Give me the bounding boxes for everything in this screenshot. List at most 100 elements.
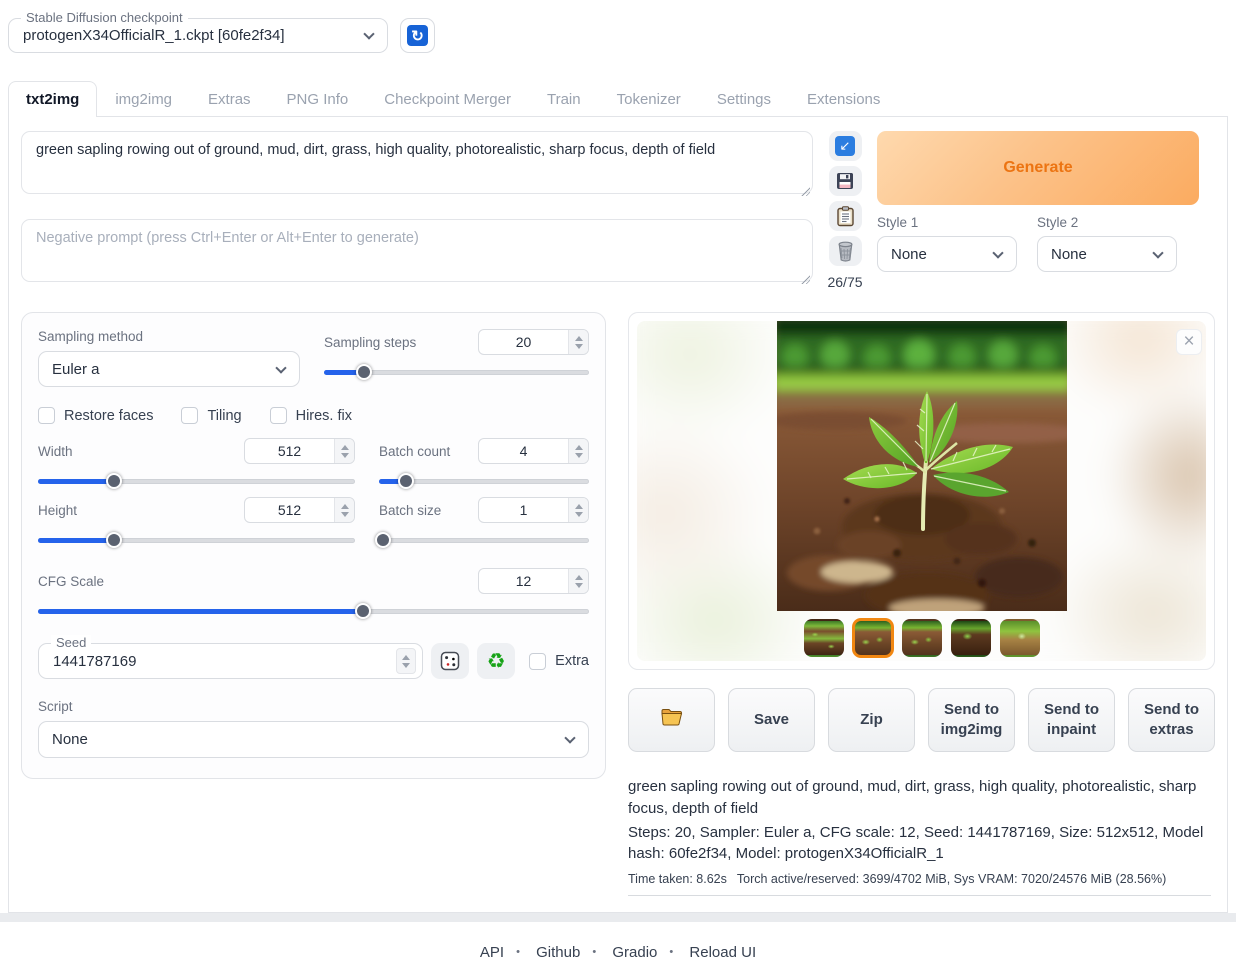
width-label: Width — [38, 444, 73, 459]
paste-params-button[interactable]: ↙ — [829, 131, 862, 161]
refresh-checkpoint-button[interactable]: ↻ — [400, 18, 435, 53]
height-input[interactable]: 512 — [244, 497, 355, 523]
open-folder-button[interactable] — [628, 688, 715, 752]
tab-train[interactable]: Train — [529, 81, 599, 117]
send-to-extras-button[interactable]: Send to extras — [1128, 688, 1215, 752]
thumbnail-1[interactable] — [804, 619, 844, 657]
sampling-steps-input[interactable]: 20 — [478, 329, 589, 355]
batch-size-input[interactable]: 1 — [478, 497, 589, 523]
stepper-arrows[interactable] — [334, 498, 354, 522]
divider — [628, 895, 1211, 896]
tiling-checkbox[interactable]: Tiling — [181, 407, 241, 424]
tab-extensions[interactable]: Extensions — [789, 81, 898, 117]
reuse-seed-button[interactable]: ♻ — [477, 643, 515, 679]
thumbnail-4[interactable] — [951, 619, 991, 657]
sampling-steps-slider[interactable] — [324, 364, 589, 380]
chevron-down-icon — [363, 28, 374, 39]
result-gallery: × — [628, 312, 1215, 670]
info-params-text: Steps: 20, Sampler: Euler a, CFG scale: … — [628, 822, 1211, 866]
cfg-scale-slider[interactable] — [38, 603, 589, 619]
stepper-arrows[interactable] — [568, 569, 588, 593]
checkpoint-bar: Stable Diffusion checkpoint protogenX34O… — [0, 0, 1236, 59]
folder-icon — [660, 707, 684, 727]
slider-thumb[interactable] — [398, 473, 414, 489]
close-gallery-button[interactable]: × — [1176, 329, 1202, 355]
height-slider[interactable] — [38, 532, 355, 548]
thumbnail-strip — [629, 619, 1214, 657]
seed-label: Seed — [51, 635, 91, 650]
style1-dropdown[interactable]: None — [877, 236, 1017, 272]
footer-link-reload-ui[interactable]: Reload UI — [689, 944, 756, 961]
thumbnail-5[interactable] — [1000, 619, 1040, 657]
checkpoint-dropdown[interactable]: Stable Diffusion checkpoint protogenX34O… — [8, 18, 388, 53]
width-input[interactable]: 512 — [244, 438, 355, 464]
negative-prompt-input[interactable] — [21, 219, 813, 282]
width-slider[interactable] — [38, 473, 355, 489]
generation-settings-card: Sampling method Euler a Sampling steps 2… — [21, 312, 606, 779]
stepper-arrows[interactable] — [334, 439, 354, 463]
style2-dropdown[interactable]: None — [1037, 236, 1177, 272]
stepper-arrows[interactable] — [568, 439, 588, 463]
thumbnail-3[interactable] — [902, 619, 942, 657]
tab-bar: txt2img img2img Extras PNG Info Checkpoi… — [8, 81, 1228, 117]
tab-img2img[interactable]: img2img — [97, 81, 190, 117]
tab-settings[interactable]: Settings — [699, 81, 789, 117]
thumbnail-2-selected[interactable] — [853, 619, 893, 657]
cfg-scale-input[interactable]: 12 — [478, 568, 589, 594]
arrow-down-left-icon: ↙ — [835, 136, 855, 156]
save-button[interactable]: Save — [728, 688, 815, 752]
footer: API• Github• Gradio• Reload UI python: 3… — [0, 944, 1236, 966]
seed-input[interactable]: Seed 1441787169 — [38, 643, 423, 679]
batch-size-slider[interactable] — [379, 532, 589, 548]
footer-link-github[interactable]: Github — [536, 944, 580, 961]
save-style-button[interactable] — [829, 166, 862, 196]
zip-button[interactable]: Zip — [828, 688, 915, 752]
info-prompt-text: green sapling rowing out of ground, mud,… — [628, 776, 1211, 820]
batch-size-label: Batch size — [379, 503, 441, 518]
prompt-input[interactable]: green sapling rowing out of ground, mud,… — [21, 131, 813, 194]
stepper-arrows[interactable] — [568, 498, 588, 522]
slider-thumb[interactable] — [355, 603, 371, 619]
floppy-disk-icon — [835, 171, 855, 191]
style2-label: Style 2 — [1037, 215, 1177, 230]
batch-count-input[interactable]: 4 — [478, 438, 589, 464]
style1-label: Style 1 — [877, 215, 1017, 230]
sampling-method-dropdown[interactable]: Euler a — [38, 351, 300, 387]
slider-thumb[interactable] — [106, 532, 122, 548]
extra-seed-checkbox[interactable]: Extra — [529, 653, 589, 670]
footer-link-gradio[interactable]: Gradio — [612, 944, 657, 961]
stepper-arrows[interactable] — [568, 330, 588, 354]
info-time-text: Time taken: 8.62sTorch active/reserved: … — [628, 872, 1211, 886]
slider-thumb[interactable] — [375, 532, 391, 548]
send-to-img2img-button[interactable]: Send to img2img — [928, 688, 1015, 752]
hires-fix-checkbox[interactable]: Hires. fix — [270, 407, 352, 424]
clear-prompt-button[interactable] — [829, 236, 862, 266]
script-dropdown[interactable]: None — [38, 721, 589, 758]
generate-button[interactable]: Generate — [877, 131, 1199, 205]
random-seed-button[interactable] — [431, 643, 469, 679]
footer-link-api[interactable]: API — [480, 944, 504, 961]
apply-style-button[interactable] — [829, 201, 862, 231]
slider-thumb[interactable] — [106, 473, 122, 489]
tab-extras[interactable]: Extras — [190, 81, 269, 117]
batch-count-slider[interactable] — [379, 473, 589, 489]
sampling-method-label: Sampling method — [38, 329, 300, 344]
tab-tokenizer[interactable]: Tokenizer — [599, 81, 699, 117]
refresh-icon: ↻ — [407, 25, 428, 46]
tab-png-info[interactable]: PNG Info — [269, 81, 367, 117]
restore-faces-checkbox[interactable]: Restore faces — [38, 407, 153, 424]
sampling-steps-label: Sampling steps — [324, 335, 416, 350]
tab-checkpoint-merger[interactable]: Checkpoint Merger — [366, 81, 529, 117]
stepper-arrows[interactable] — [396, 648, 416, 674]
chevron-down-icon — [1152, 247, 1163, 258]
send-to-inpaint-button[interactable]: Send to inpaint — [1028, 688, 1115, 752]
recycle-icon: ♻ — [487, 651, 506, 672]
chevron-down-icon — [992, 247, 1003, 258]
generated-image[interactable] — [777, 321, 1067, 611]
slider-thumb[interactable] — [356, 364, 372, 380]
batch-count-label: Batch count — [379, 444, 450, 459]
tab-txt2img[interactable]: txt2img — [8, 81, 97, 117]
txt2img-panel: green sapling rowing out of ground, mud,… — [8, 116, 1228, 913]
trash-icon — [836, 241, 855, 262]
clipboard-icon — [836, 206, 855, 227]
